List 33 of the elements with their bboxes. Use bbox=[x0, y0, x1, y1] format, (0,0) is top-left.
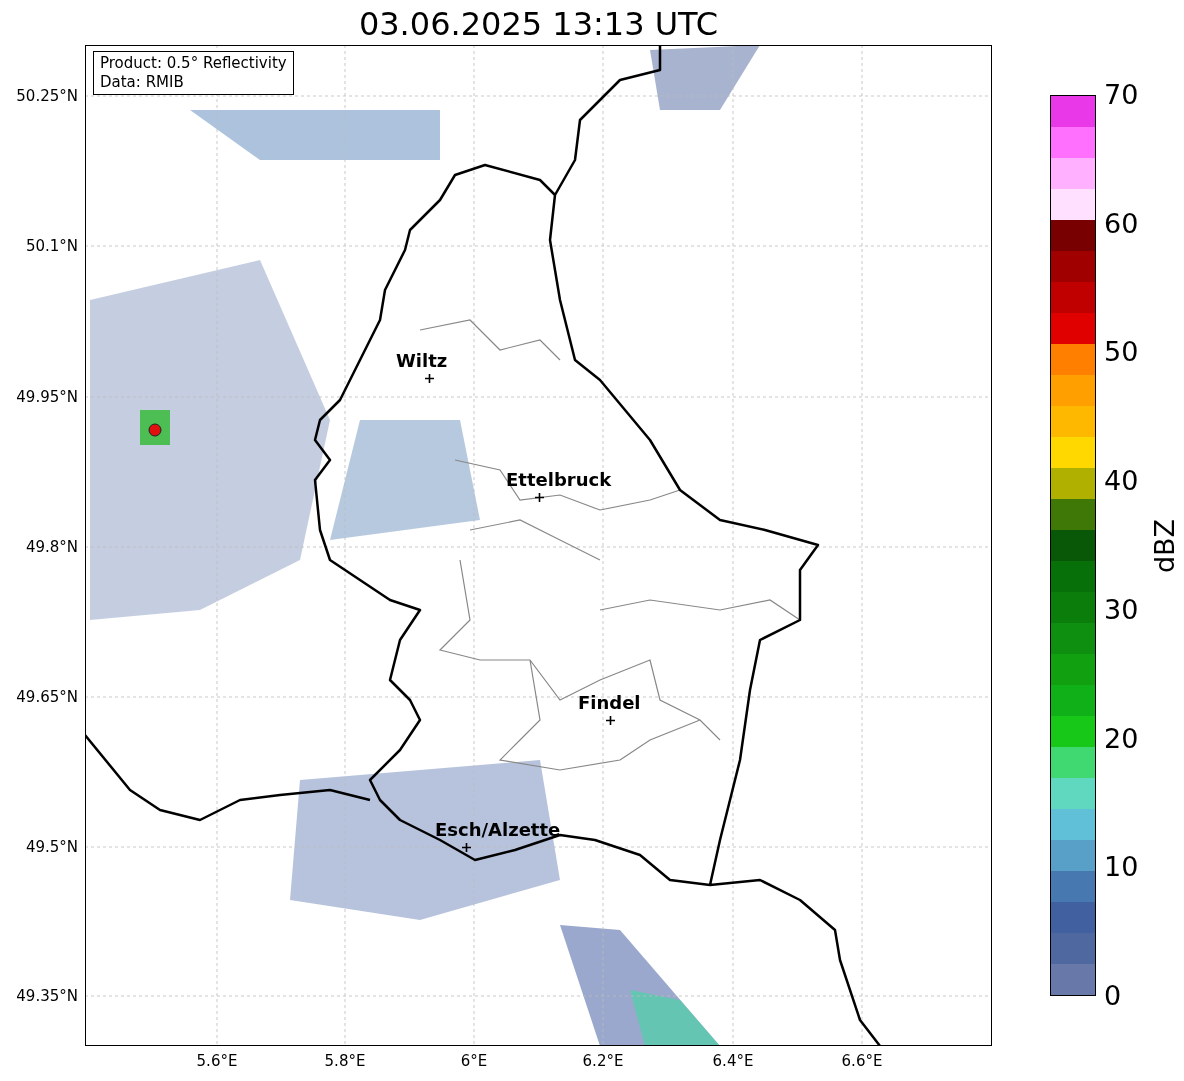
latitude-label: 50.1°N bbox=[25, 237, 78, 255]
info-text: Product: 0.5° Reflectivity bbox=[100, 54, 287, 73]
colorbar-tick-label: 60 bbox=[1104, 207, 1139, 240]
city-label: Ettelbruck bbox=[506, 469, 612, 491]
longitude-label: 5.8°E bbox=[323, 1052, 367, 1070]
info-text: Data: RMIB bbox=[100, 73, 185, 92]
city-marker-icon bbox=[462, 843, 471, 852]
latitude-label: 49.8°N bbox=[25, 538, 78, 556]
latitude-label: 50.25°N bbox=[16, 87, 78, 105]
city-marker-icon bbox=[425, 374, 434, 383]
latitude-label: 49.95°N bbox=[16, 388, 78, 406]
longitude-label: 6.4°E bbox=[711, 1052, 755, 1070]
city-label: Findel bbox=[578, 692, 641, 714]
colorbar-tick-label: 40 bbox=[1104, 465, 1139, 498]
latitude-label: 49.35°N bbox=[16, 987, 78, 1005]
colorbar-axis-label: dBZ bbox=[1149, 518, 1182, 574]
colorbar-tick-label: 70 bbox=[1104, 79, 1139, 111]
chart-title: 03.06.2025 13:13 UTC bbox=[357, 4, 720, 44]
latitude-label: 49.5°N bbox=[25, 838, 78, 856]
longitude-label: 6°E bbox=[459, 1052, 489, 1070]
city-label: Esch/Alzette bbox=[435, 819, 561, 841]
city-marker-icon bbox=[535, 493, 544, 502]
city-label: Wiltz bbox=[396, 350, 448, 372]
longitude-label: 6.6°E bbox=[840, 1052, 884, 1070]
colorbar-tick-label: 0 bbox=[1104, 980, 1122, 1012]
city-marker-icon bbox=[606, 716, 615, 725]
colorbar-tick-label: 50 bbox=[1104, 336, 1139, 369]
colorbar-tick-label: 30 bbox=[1104, 593, 1139, 626]
longitude-label: 6.2°E bbox=[581, 1052, 625, 1070]
longitude-label: 5.6°E bbox=[195, 1052, 239, 1070]
colorbar-tick-label: 10 bbox=[1104, 851, 1139, 884]
colorbar-tick-label: 20 bbox=[1104, 722, 1139, 755]
latitude-label: 49.65°N bbox=[16, 688, 78, 706]
